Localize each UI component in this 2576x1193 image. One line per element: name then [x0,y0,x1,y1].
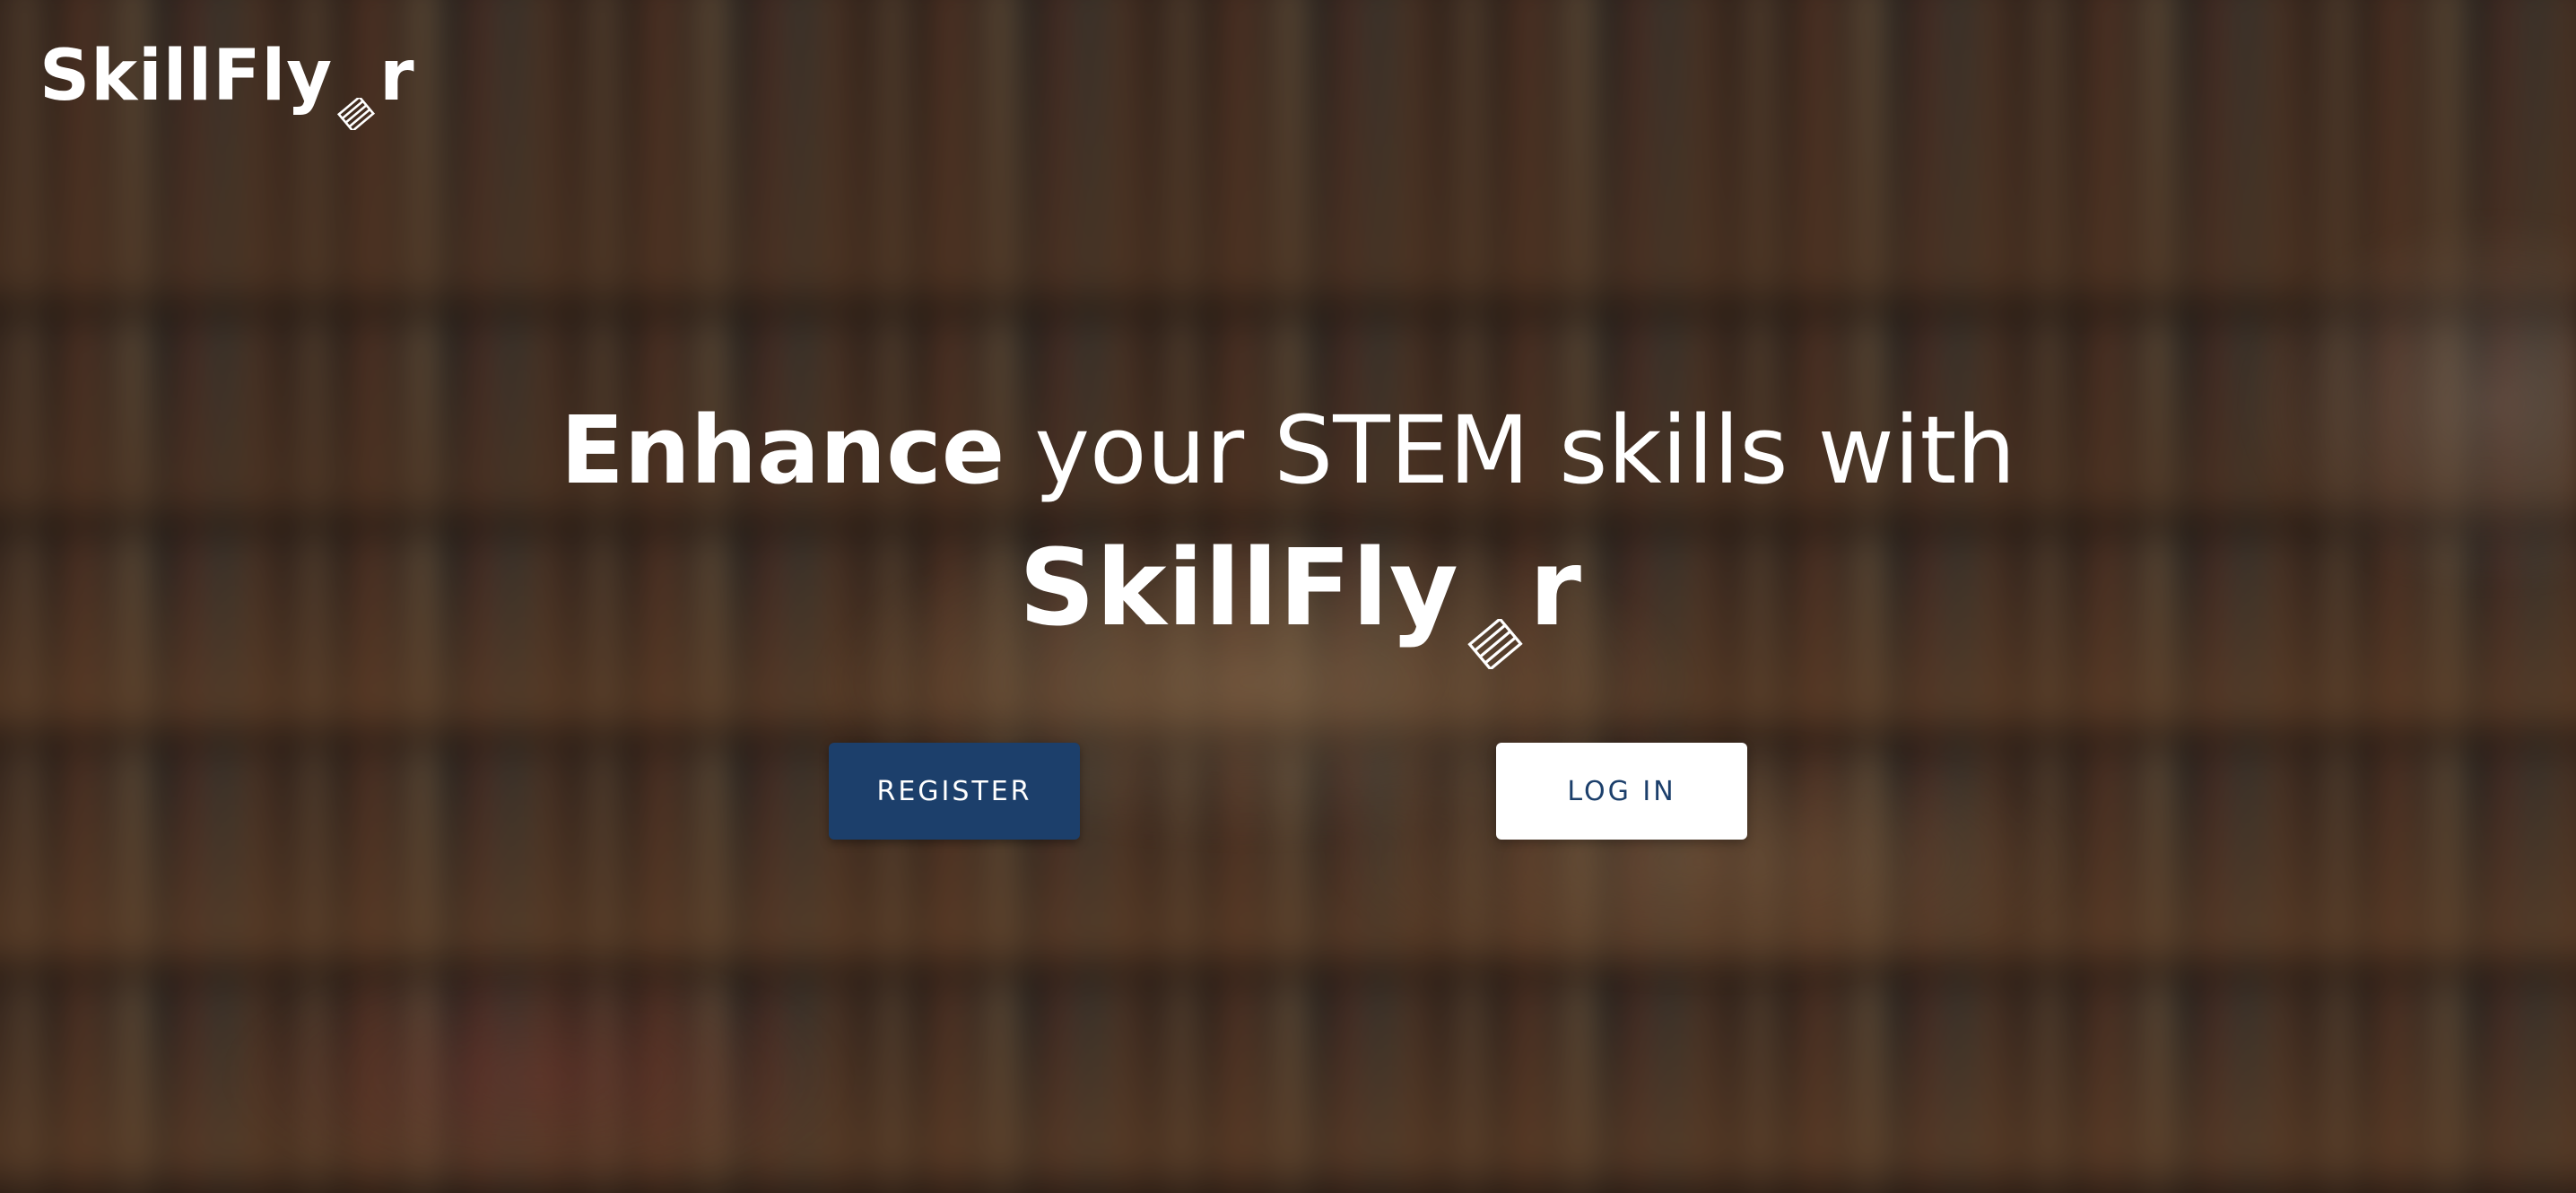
hero-logo-text-prefix: SkillFly [1019,526,1459,649]
logo-text-suffix: r [379,36,415,117]
headline-strong-text: Enhance [560,396,1005,505]
hatched-square-icon [1466,579,1524,672]
register-button[interactable]: REGISTER [829,743,1080,840]
login-button[interactable]: LOG IN [1496,743,1747,840]
logo-text-prefix: SkillFly [39,36,334,117]
login-button-label: LOG IN [1567,775,1676,807]
register-button-label: REGISTER [876,775,1032,807]
headline-text: your STEM skills with [1005,396,2016,505]
hero-headline: Enhance your STEM skills with [0,395,2576,507]
hero-logo-text-suffix: r [1528,526,1582,649]
hero-logo: SkillFly r [1019,526,1582,672]
hatched-square-icon [336,72,376,133]
landing-page: SkillFly r Enhance your STEM skills with… [0,0,2576,1193]
header-logo[interactable]: SkillFly r [39,36,415,133]
